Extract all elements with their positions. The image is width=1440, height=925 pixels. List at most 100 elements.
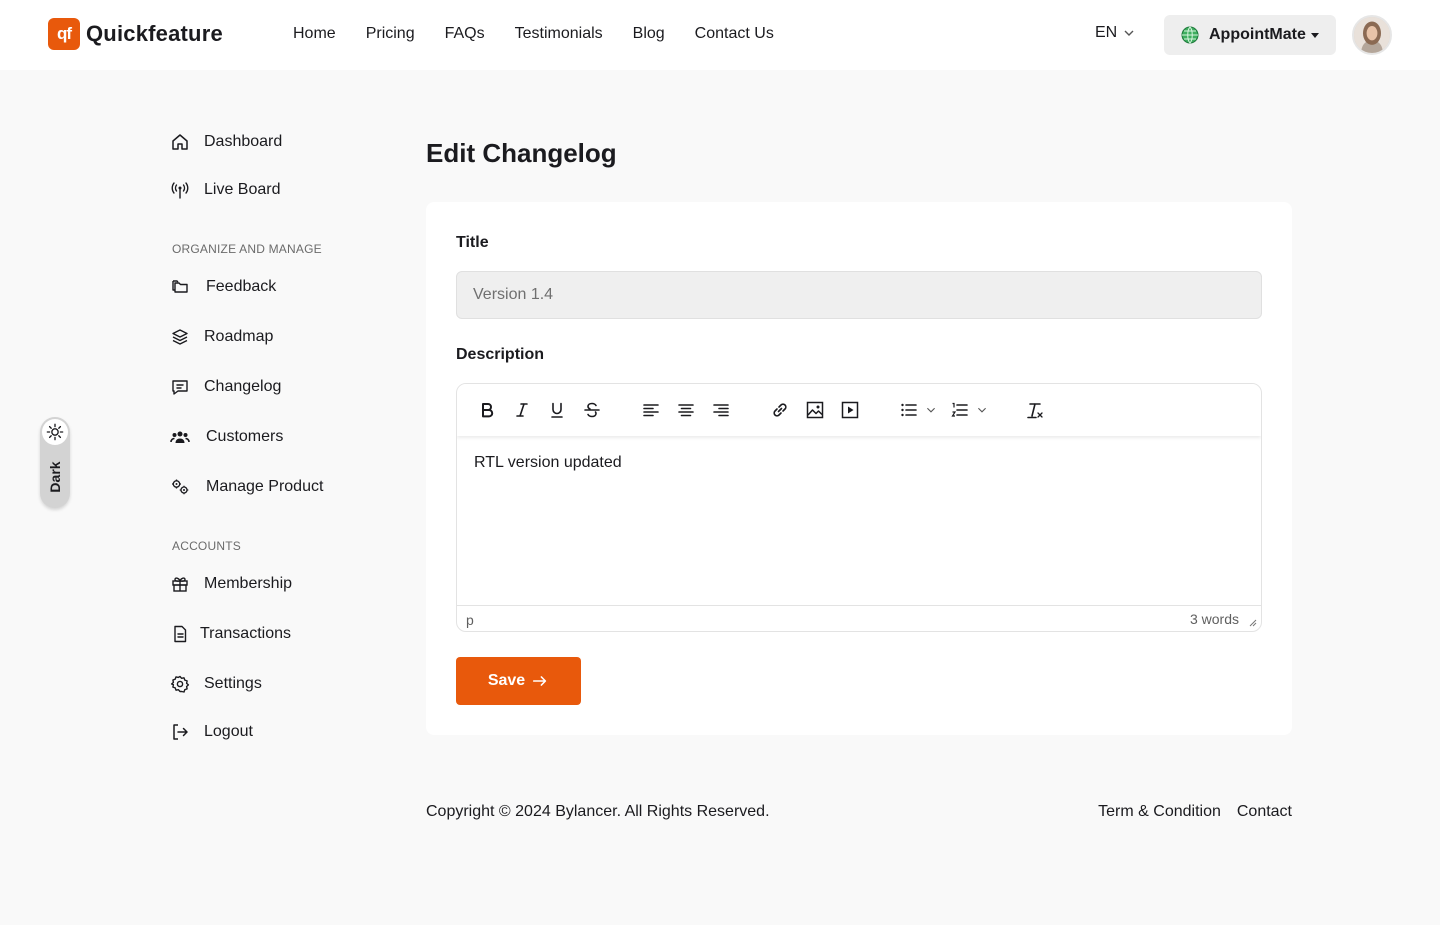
file-text-icon (174, 625, 187, 643)
main-nav: Home Pricing FAQs Testimonials Blog Cont… (293, 24, 774, 44)
nav-pricing[interactable]: Pricing (366, 24, 415, 44)
logo-mark: qf (48, 18, 80, 50)
element-path[interactable]: p (466, 612, 474, 628)
nav-faqs[interactable]: FAQs (445, 24, 485, 44)
clear-formatting-button[interactable] (1024, 399, 1046, 421)
align-left-button[interactable] (640, 399, 662, 421)
numbered-list-button[interactable] (949, 399, 971, 421)
bullet-list-dropdown[interactable] (924, 399, 938, 421)
editor-statusbar: p 3 words (457, 605, 1261, 631)
sidebar-item-feedback[interactable]: Feedback (170, 277, 276, 297)
description-label: Description (456, 346, 545, 363)
numbered-list-icon (951, 402, 968, 417)
underline-icon (551, 402, 563, 418)
insert-image-button[interactable] (804, 399, 826, 421)
chevron-down-icon (978, 407, 986, 413)
changelog-form-card: Title Description (426, 202, 1292, 735)
language-code: EN (1095, 24, 1118, 41)
bullet-list-button[interactable] (898, 399, 920, 421)
strikethrough-button[interactable] (581, 399, 603, 421)
numbered-list-dropdown[interactable] (975, 399, 989, 421)
image-icon (806, 401, 824, 419)
align-center-button[interactable] (675, 399, 697, 421)
sidebar-item-settings[interactable]: Settings (170, 674, 262, 694)
sidebar-item-customers[interactable]: Customers (170, 427, 283, 447)
editor-toolbar (457, 384, 1261, 436)
sidebar-item-membership[interactable]: Membership (170, 574, 292, 594)
sidebar-item-changelog[interactable]: Changelog (170, 377, 281, 397)
bold-button[interactable] (476, 399, 498, 421)
sidebar-item-transactions[interactable]: Transactions (170, 624, 291, 644)
sidebar-item-label: Membership (204, 575, 293, 592)
sidebar-item-label: Changelog (204, 378, 282, 395)
sidebar-item-label: Transactions (200, 625, 291, 642)
workspace-name: AppointMate (1209, 26, 1306, 43)
save-button-label: Save (487, 672, 526, 689)
italic-icon (516, 403, 528, 417)
nav-contact-us[interactable]: Contact Us (695, 24, 774, 44)
align-left-icon (643, 404, 659, 417)
layers-icon (172, 329, 188, 345)
rich-text-editor: RTL version updated p 3 words (456, 383, 1262, 632)
sidebar-item-label: Dashboard (204, 133, 283, 150)
gift-icon (172, 577, 188, 592)
sidebar-item-dashboard[interactable]: Dashboard (170, 132, 282, 152)
resize-grip-icon[interactable] (1247, 617, 1257, 627)
chevron-down-icon (927, 407, 935, 413)
caret-down-icon (1310, 32, 1319, 38)
message-square-icon (172, 380, 188, 395)
title-input[interactable] (456, 271, 1262, 319)
sidebar-item-label: Logout (204, 723, 253, 740)
copyright-text: Copyright © 2024 Bylancer. All Rights Re… (426, 803, 770, 820)
sidebar-item-label: Customers (206, 428, 284, 445)
align-right-button[interactable] (710, 399, 732, 421)
folders-icon (172, 280, 188, 293)
insert-link-button[interactable] (769, 399, 791, 421)
footer-link-contact[interactable]: Contact (1237, 803, 1292, 821)
brand-logo[interactable]: qf Quickfeature (48, 18, 223, 50)
chevron-down-icon (1124, 30, 1134, 36)
underline-button[interactable] (546, 399, 568, 421)
arrow-right-icon (533, 676, 547, 686)
save-button[interactable]: Save (456, 657, 581, 705)
sidebar-item-label: Live Board (204, 181, 281, 198)
section-heading-accounts: ACCOUNTS (172, 539, 241, 553)
nav-home[interactable]: Home (293, 24, 336, 44)
align-right-icon (713, 404, 729, 417)
dark-mode-label: Dark (47, 461, 63, 493)
avatar-portrait-icon (1354, 17, 1390, 53)
nav-testimonials[interactable]: Testimonials (515, 24, 603, 44)
sidebar-item-live-board[interactable]: Live Board (170, 180, 281, 200)
sidebar-item-label: Feedback (206, 278, 277, 295)
globe-icon (1181, 26, 1199, 44)
gears-icon (172, 479, 189, 495)
language-selector[interactable]: EN (1095, 24, 1135, 42)
sidebar-item-logout[interactable]: Logout (170, 722, 253, 742)
section-heading-organize: ORGANIZE AND MANAGE (172, 242, 322, 256)
user-avatar[interactable] (1352, 15, 1392, 55)
italic-button[interactable] (511, 399, 533, 421)
nav-blog[interactable]: Blog (633, 24, 665, 44)
link-icon (773, 403, 787, 417)
footer-link-terms[interactable]: Term & Condition (1098, 803, 1221, 821)
workspace-switcher[interactable]: AppointMate (1164, 15, 1336, 55)
sidebar-item-label: Manage Product (206, 478, 324, 495)
footer-links: Term & Condition Contact (1098, 803, 1292, 821)
dark-mode-toggle[interactable]: Dark (40, 417, 70, 508)
sun-icon (42, 419, 68, 445)
sidebar-item-manage-product[interactable]: Manage Product (170, 477, 323, 497)
editor-content[interactable]: RTL version updated (474, 454, 622, 472)
media-icon (841, 401, 859, 419)
insert-media-button[interactable] (839, 399, 861, 421)
word-count[interactable]: 3 words (1190, 611, 1239, 627)
strikethrough-icon (584, 402, 600, 418)
sidebar-item-roadmap[interactable]: Roadmap (170, 327, 273, 347)
logout-icon (173, 724, 188, 740)
top-header: qf Quickfeature Home Pricing FAQs Testim… (0, 0, 1440, 70)
settings-icon (170, 675, 190, 693)
sidebar-item-label: Roadmap (204, 328, 274, 345)
brand-name: Quickfeature (86, 21, 223, 46)
broadcast-icon (171, 182, 189, 199)
bold-icon (482, 403, 494, 418)
align-center-icon (678, 404, 694, 417)
